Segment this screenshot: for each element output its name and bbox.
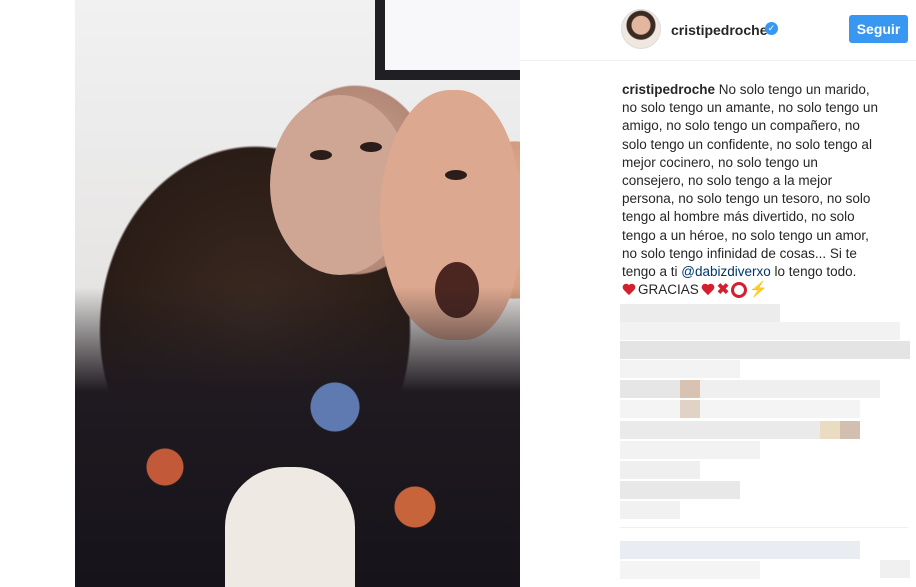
blurred-comment xyxy=(620,380,680,398)
photo-eye xyxy=(310,150,332,160)
divider xyxy=(620,527,908,528)
blurred-comment xyxy=(620,481,740,499)
blurred-comment xyxy=(620,400,860,418)
photo-eye xyxy=(445,170,467,180)
caption-username-link[interactable]: cristipedroche xyxy=(622,82,715,97)
photo-window xyxy=(375,0,520,80)
blurred-comment xyxy=(620,461,700,479)
caption-text: solo tengo un confidente, no solo tengo … xyxy=(622,136,872,152)
blurred-likes xyxy=(620,541,860,559)
caption-text: amigo, no solo tengo un compañero, no xyxy=(622,118,860,134)
caption-text: mejor cocinero, no solo tengo un xyxy=(622,154,818,170)
blurred-comment xyxy=(620,441,760,459)
caption-text: tengo a ti xyxy=(622,264,682,280)
blurred-comment xyxy=(680,400,700,418)
verified-badge-icon: ✓ xyxy=(765,22,778,35)
caption-text: tengo a un héroe, no solo tengo un amor, xyxy=(622,227,869,243)
caption-text: consejero, no solo tengo a la mejor xyxy=(622,173,833,189)
username-link[interactable]: cristipedroche xyxy=(671,22,767,38)
blurred-action xyxy=(880,560,910,578)
blurred-comment xyxy=(820,421,840,439)
photo-shirt xyxy=(225,467,355,587)
mention-link[interactable]: @dabizdiverxo xyxy=(681,264,771,279)
caption-line-1: cristipedroche No solo tengo un marido, xyxy=(622,81,897,99)
blurred-comment xyxy=(700,380,880,398)
gracias-text: GRACIAS xyxy=(638,282,699,298)
heart-icon xyxy=(701,284,715,296)
caption-text: persona, no solo tengo un tesoro, no sol… xyxy=(622,191,871,207)
caption-text: tengo al hombre más divertido, no solo xyxy=(622,209,855,225)
caption-last-line: tengo a ti @dabizdiverxo lo tengo todo. xyxy=(622,263,897,281)
blurred-comment xyxy=(620,304,780,322)
follow-button[interactable]: Seguir xyxy=(849,15,908,43)
cross-mark-icon: ✖ xyxy=(716,281,730,299)
blurred-comment xyxy=(620,322,900,340)
heart-icon xyxy=(622,284,636,296)
post-caption: cristipedroche No solo tengo un marido, … xyxy=(622,81,897,299)
post-photo xyxy=(75,0,520,587)
caption-text: No solo tengo un marido, xyxy=(715,82,870,97)
photo-eye xyxy=(360,142,382,152)
blurred-timestamp xyxy=(620,561,760,579)
blurred-comment xyxy=(840,421,860,439)
blurred-comment xyxy=(620,421,820,439)
lightning-icon: ⚡ xyxy=(749,281,769,299)
caption-text: no solo tengo infinidad de cosas... Si t… xyxy=(622,245,857,261)
blurred-comment xyxy=(620,501,680,519)
blurred-comment xyxy=(620,341,910,359)
caption-text: no solo tengo un amante, no solo tengo u… xyxy=(622,100,878,116)
blurred-comment xyxy=(620,360,740,378)
caption-text: lo tengo todo. xyxy=(770,264,857,280)
caption-emoji-line: GRACIAS ✖ ⚡ xyxy=(622,281,897,299)
circle-icon xyxy=(731,282,748,299)
blurred-comment xyxy=(680,380,700,398)
avatar[interactable] xyxy=(621,9,661,49)
